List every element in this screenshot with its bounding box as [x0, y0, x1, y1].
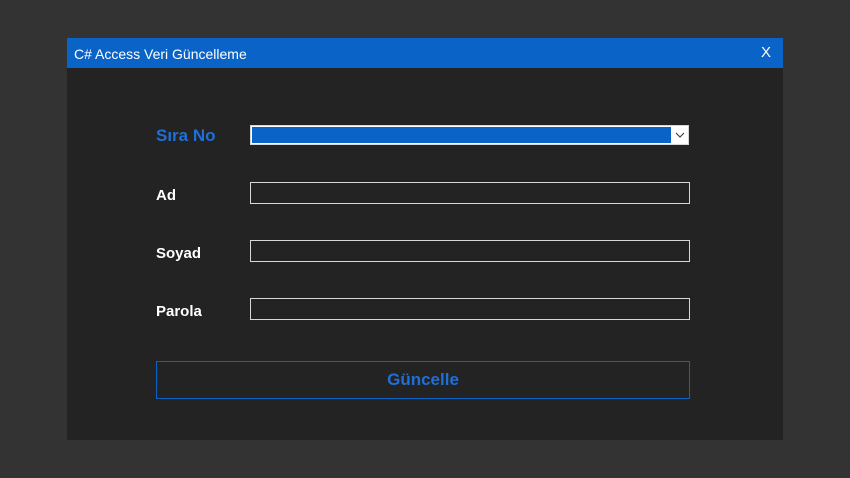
sira-no-selected-value: [252, 127, 671, 143]
window-title: C# Access Veri Güncelleme: [74, 46, 247, 62]
close-button[interactable]: X: [757, 43, 775, 63]
update-window: C# Access Veri Güncelleme X Sıra No Ad S…: [67, 38, 783, 440]
parola-field[interactable]: [250, 298, 690, 320]
ad-label: Ad: [156, 187, 176, 204]
soyad-field[interactable]: [250, 240, 690, 262]
update-button[interactable]: Güncelle: [156, 361, 690, 399]
soyad-label: Soyad: [156, 245, 202, 262]
title-bar[interactable]: C# Access Veri Güncelleme X: [67, 38, 783, 68]
parola-label: Parola: [156, 303, 202, 320]
sira-no-combobox[interactable]: [250, 125, 689, 145]
sira-no-label: Sıra No: [156, 126, 216, 145]
ad-field[interactable]: [250, 182, 690, 204]
chevron-down-icon[interactable]: [672, 126, 688, 144]
